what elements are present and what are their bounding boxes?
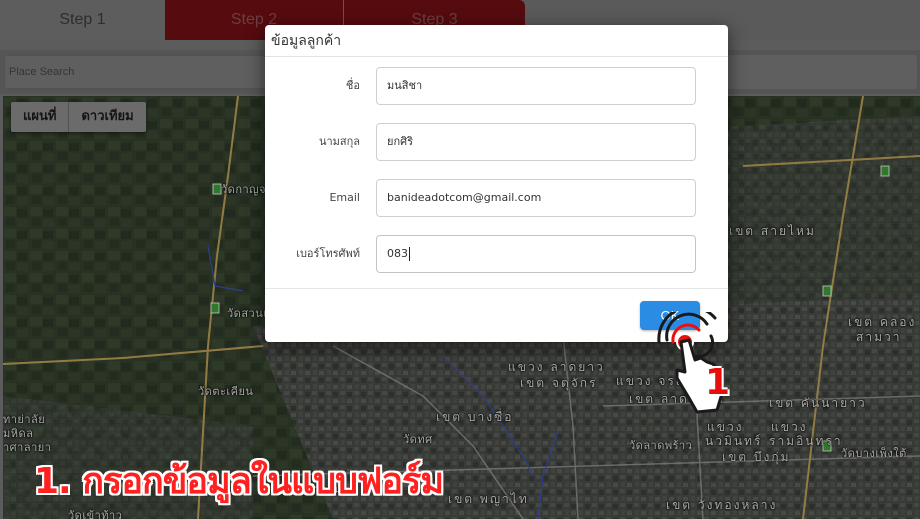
modal-title: ข้อมูลลูกค้า bbox=[265, 25, 728, 57]
step-number-badge: 1 bbox=[705, 362, 731, 403]
email-field[interactable]: banideadotcom@gmail.com bbox=[376, 179, 696, 217]
email-row: Email banideadotcom@gmail.com bbox=[265, 179, 728, 217]
phone-field[interactable]: 083 bbox=[376, 235, 696, 273]
instruction-caption: 1. กรอกข้อมูลในแบบฟอร์ม bbox=[34, 461, 444, 502]
first-name-field[interactable]: มนสิชา bbox=[376, 67, 696, 105]
last-name-field[interactable]: ยกศิริ bbox=[376, 123, 696, 161]
customer-info-modal: ข้อมูลลูกค้า ชื่อ มนสิชา นามสกุล ยกศิริ … bbox=[265, 25, 728, 342]
email-label: Email bbox=[329, 191, 360, 204]
phone-row: เบอร์โทรศัพท์ 083 bbox=[265, 235, 728, 273]
tap-hand-icon bbox=[655, 305, 750, 422]
text-caret bbox=[409, 247, 410, 261]
phone-value: 083 bbox=[387, 247, 408, 260]
modal-divider bbox=[265, 288, 728, 289]
phone-label: เบอร์โทรศัพท์ bbox=[296, 247, 360, 260]
first-name-label: ชื่อ bbox=[345, 79, 360, 92]
first-name-row: ชื่อ มนสิชา bbox=[265, 67, 728, 105]
last-name-label: นามสกุล bbox=[318, 135, 360, 148]
last-name-row: นามสกุล ยกศิริ bbox=[265, 123, 728, 161]
